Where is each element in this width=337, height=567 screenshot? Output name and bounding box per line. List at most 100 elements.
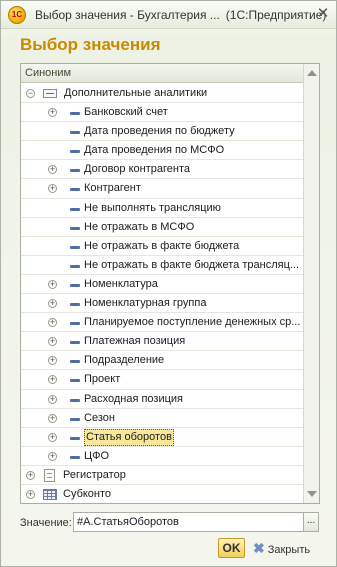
tree-row-label: Дата проведения по МСФО	[84, 144, 225, 157]
table-icon	[43, 488, 57, 500]
tree-row[interactable]: Дата проведения по МСФО	[21, 141, 303, 161]
tree-row[interactable]: Не отражать в факте бюджета	[21, 237, 303, 256]
tree-row-label: Банковский счет	[84, 106, 168, 119]
expand-icon[interactable]: +	[48, 413, 57, 423]
expand-icon[interactable]: +	[48, 432, 57, 442]
collapse-icon[interactable]: −	[26, 89, 35, 98]
attribute-icon	[70, 245, 80, 249]
tree-row-label: Регистратор	[63, 468, 126, 481]
tree-row[interactable]: + Подразделение	[21, 351, 303, 371]
expand-icon[interactable]: +	[48, 108, 57, 118]
attribute-icon	[70, 379, 80, 383]
expand-icon[interactable]: +	[26, 489, 35, 499]
tree-row[interactable]: Не выполнять трансляцию	[21, 199, 303, 218]
tree-row[interactable]: + Регистратор	[21, 466, 303, 485]
tree-rows: − Дополнительные аналитики + Банковский сче…	[21, 84, 303, 503]
tree-row[interactable]: Не отражать в факте бюджета трансляц...	[21, 256, 303, 275]
expand-icon[interactable]: +	[48, 451, 57, 461]
folder-icon	[43, 89, 57, 98]
tree-row[interactable]: Не отражать в МСФО	[21, 218, 303, 237]
close-icon: ✖	[253, 540, 265, 556]
attribute-icon	[70, 207, 80, 211]
tree-row[interactable]: + Статья оборотов	[21, 428, 303, 447]
tree-row[interactable]: + Сезон	[21, 409, 303, 428]
tree-row-label: Планируемое поступление денежных ср...	[84, 316, 301, 329]
close-button-label: Закрыть	[267, 544, 311, 556]
value-input[interactable]: #А.СтатьяОборотов ...	[73, 512, 319, 532]
title-bar: 1С Выбор значения - Бухгалтерия ... (1С:П…	[1, 1, 336, 29]
column-header-synonym[interactable]: Синоним	[21, 64, 303, 83]
tree-row-label: Дополнительные аналитики	[64, 87, 208, 99]
tree-row[interactable]: + Субконто	[21, 485, 303, 503]
app-logo[interactable]: 1С	[8, 6, 26, 24]
attribute-icon	[70, 131, 80, 135]
attribute-icon	[70, 455, 80, 459]
tree-row-label: Не отражать в факте бюджета трансляц...	[84, 258, 300, 271]
tree-row-label: Расходная позиция	[84, 392, 184, 405]
tree-row[interactable]: + Планируемое поступление денежных ср...	[21, 313, 303, 333]
tree-row[interactable]: + Номенклатура	[21, 275, 303, 295]
attribute-icon	[70, 360, 80, 364]
tree-row[interactable]: + Проект	[21, 370, 303, 390]
attribute-icon	[70, 226, 80, 230]
tree-row[interactable]: + Контрагент	[21, 179, 303, 199]
tree-row-label: Статья оборотов	[84, 428, 174, 446]
dialog-window: 1С Выбор значения - Бухгалтерия ... (1С:П…	[0, 0, 337, 567]
value-tree[interactable]: Синоним − Дополнительные аналитики + Банков…	[20, 63, 320, 504]
tree-row[interactable]: − Дополнительные аналитики	[21, 84, 303, 104]
attribute-icon	[70, 169, 80, 173]
tree-row-label: Платежная позиция	[84, 335, 186, 348]
attribute-icon	[70, 322, 80, 326]
expand-icon[interactable]: +	[48, 318, 57, 328]
attribute-icon	[70, 264, 80, 268]
window-title-app: (1С:Предприятие)	[225, 8, 327, 22]
tree-row[interactable]: + Номенклатурная группа	[21, 294, 303, 314]
tree-row-label: Проект	[84, 373, 121, 386]
expand-icon[interactable]: +	[48, 299, 57, 309]
expand-icon[interactable]: +	[48, 165, 57, 175]
attribute-icon	[70, 150, 80, 154]
tree-row-label: Договор контрагента	[84, 163, 190, 176]
tree-row-label: Номенклатура	[84, 277, 158, 290]
attribute-icon	[70, 341, 80, 345]
expand-icon[interactable]: +	[48, 279, 57, 289]
expand-icon[interactable]: +	[26, 470, 35, 480]
expand-icon[interactable]: +	[48, 375, 57, 385]
tree-row-label: Не отражать в факте бюджета	[84, 239, 240, 252]
attribute-icon	[70, 436, 80, 440]
scroll-up-icon[interactable]	[307, 70, 317, 76]
vertical-scrollbar[interactable]	[303, 64, 319, 503]
tree-row[interactable]: + ЦФО	[21, 447, 303, 466]
expand-icon[interactable]: +	[48, 394, 57, 404]
tree-row-label: Субконто	[63, 487, 112, 500]
document-icon	[44, 468, 55, 482]
tree-row[interactable]: + Расходная позиция	[21, 390, 303, 409]
tree-row-label: Не выполнять трансляцию	[84, 201, 221, 214]
value-label: Значение:	[20, 517, 72, 529]
tree-row-label: Не отражать в МСФО	[84, 220, 195, 233]
tree-row-label: Контрагент	[84, 182, 141, 195]
attribute-icon	[70, 398, 80, 402]
tree-row[interactable]: + Платежная позиция	[21, 332, 303, 352]
tree-row[interactable]: + Банковский счет	[21, 103, 303, 123]
tree-row-label: Дата проведения по бюджету	[84, 125, 235, 138]
page-title: Выбор значения	[20, 35, 161, 54]
attribute-icon	[70, 112, 80, 116]
expand-icon[interactable]: +	[48, 356, 57, 366]
ok-button[interactable]: OK	[218, 538, 245, 558]
tree-row-label: Сезон	[84, 411, 115, 424]
expand-icon[interactable]: +	[48, 184, 57, 194]
window-close-button[interactable]: ✕	[315, 6, 331, 22]
tree-row-label: ЦФО	[84, 449, 110, 462]
expand-icon[interactable]: +	[48, 337, 57, 347]
attribute-icon	[70, 417, 80, 421]
tree-row-label: Номенклатурная группа	[84, 297, 207, 310]
close-button[interactable]: ✖ Закрыть	[253, 538, 310, 558]
scroll-down-icon[interactable]	[307, 491, 317, 497]
attribute-icon	[70, 303, 80, 307]
tree-row[interactable]: Дата проведения по бюджету	[21, 122, 303, 142]
attribute-icon	[70, 188, 80, 192]
select-value-button[interactable]: ...	[303, 512, 319, 532]
tree-row[interactable]: + Договор контрагента	[21, 160, 303, 180]
value-input-text: #А.СтатьяОборотов	[77, 516, 179, 528]
